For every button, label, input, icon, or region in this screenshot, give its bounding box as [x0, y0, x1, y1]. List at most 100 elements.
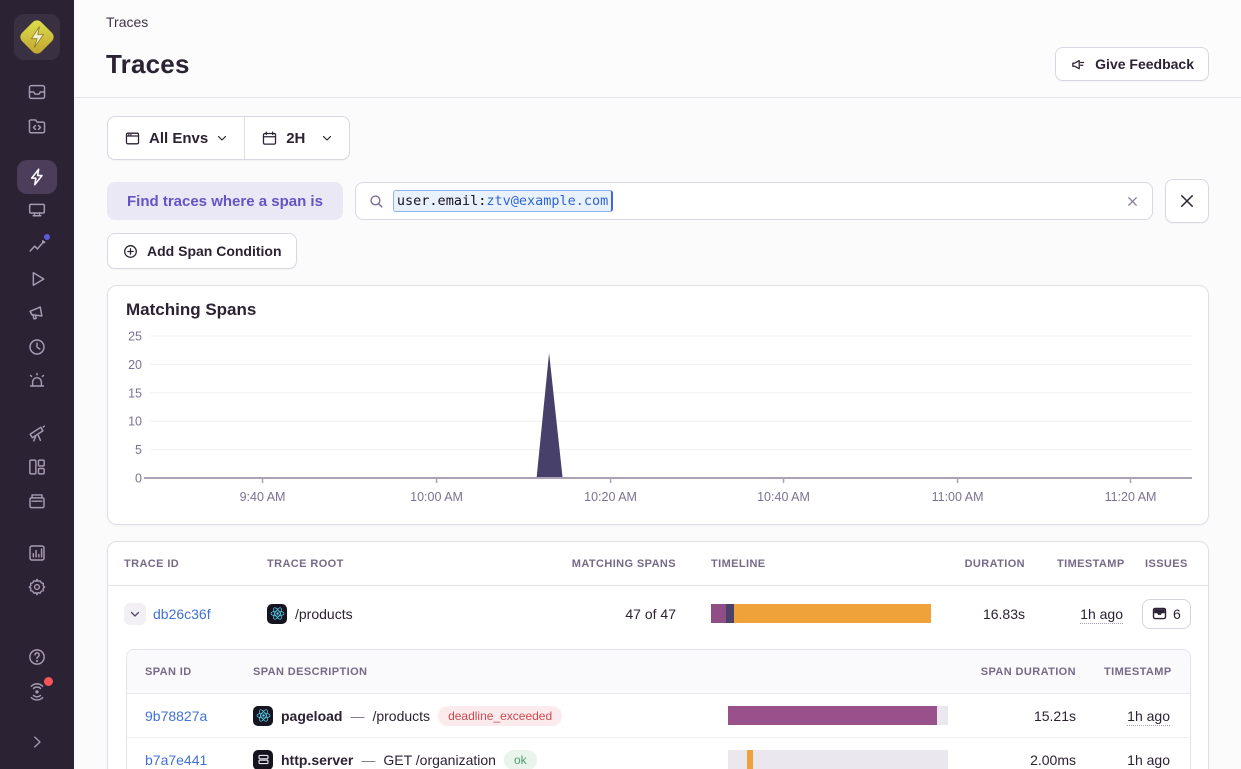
traces-table: TRACE ID TRACE ROOT MATCHING SPANS TIMEL…	[107, 541, 1209, 769]
svg-text:15: 15	[128, 386, 142, 400]
sidebar-item-alerts[interactable]	[17, 364, 57, 398]
react-platform-icon	[253, 706, 273, 726]
plus-circle-icon	[122, 243, 139, 260]
main-area: Traces Traces Give Feedback All Envs	[74, 0, 1241, 769]
calendar-icon	[261, 130, 278, 147]
sidebar-item-traces[interactable]	[17, 160, 57, 194]
chevron-down-icon	[321, 132, 333, 144]
react-platform-icon	[267, 604, 287, 624]
sidebar-nav	[17, 75, 57, 759]
column-header-trace-root: TRACE ROOT	[251, 558, 542, 570]
trace-issues-button[interactable]: 6	[1142, 599, 1191, 629]
spans-subtable: SPAN ID SPAN DESCRIPTION SPAN DURATION T…	[126, 649, 1191, 769]
search-token[interactable]: user.email:ztv@example.com	[393, 190, 613, 212]
svg-text:10: 10	[128, 415, 142, 429]
collapse-trace-icon[interactable]	[124, 603, 146, 625]
sidebar-item-feedback[interactable]	[17, 296, 57, 330]
close-icon	[1178, 192, 1196, 210]
spans-table-header: SPAN ID SPAN DESCRIPTION SPAN DURATION T…	[127, 650, 1190, 694]
sidebar-item-history[interactable]	[17, 330, 57, 364]
svg-text:10:40 AM: 10:40 AM	[757, 490, 810, 504]
sidebar-item-stats[interactable]	[17, 536, 57, 570]
time-range-label: 2H	[286, 130, 305, 147]
sidebar-item-insights[interactable]	[17, 228, 57, 262]
sidebar-item-replays[interactable]	[17, 262, 57, 296]
trace-timeline-bar	[711, 604, 931, 623]
whats-new-notification-dot	[42, 675, 55, 688]
span-timeline-bar	[728, 750, 948, 769]
add-span-condition-button[interactable]: Add Span Condition	[107, 233, 297, 269]
sidebar-item-issues[interactable]	[17, 75, 57, 109]
column-header-trace-id: TRACE ID	[108, 558, 251, 570]
sidebar-item-settings[interactable]	[17, 570, 57, 604]
trace-timestamp: 1h ago	[1080, 606, 1123, 624]
sidebar-item-dashboards[interactable]	[17, 450, 57, 484]
search-icon	[368, 193, 385, 210]
page-header: Traces Traces Give Feedback	[74, 0, 1241, 98]
sidebar-item-profiling[interactable]	[17, 194, 57, 228]
span-duration: 15.21s	[950, 708, 1088, 724]
sidebar	[0, 0, 74, 769]
svg-text:5: 5	[135, 443, 142, 457]
server-platform-icon	[253, 750, 273, 769]
svg-text:0: 0	[135, 472, 142, 486]
column-header-span-duration: SPAN DURATION	[950, 666, 1088, 678]
svg-text:9:40 AM: 9:40 AM	[240, 490, 286, 504]
svg-text:20: 20	[128, 358, 142, 372]
svg-text:11:20 AM: 11:20 AM	[1105, 490, 1157, 504]
column-header-timeline: TIMELINE	[692, 558, 942, 570]
span-description: GET /organization	[383, 752, 496, 768]
remove-condition-button[interactable]	[1165, 179, 1209, 223]
chevron-down-icon	[216, 132, 228, 144]
traces-table-header: TRACE ID TRACE ROOT MATCHING SPANS TIMEL…	[108, 542, 1208, 586]
svg-text:25: 25	[128, 330, 142, 344]
sidebar-item-help[interactable]	[17, 640, 57, 674]
svg-text:10:00 AM: 10:00 AM	[410, 490, 463, 504]
trace-row: db26c36f /products 47 of 47 16.83s 1h ag…	[108, 586, 1208, 641]
sentry-logo[interactable]	[14, 14, 60, 60]
page-title: Traces	[106, 49, 190, 80]
sidebar-item-explore[interactable]	[17, 109, 57, 143]
span-op: http.server	[281, 752, 353, 768]
trace-id-link[interactable]: db26c36f	[153, 606, 211, 622]
column-header-issues: ISSUES	[1137, 558, 1208, 570]
where-label: Find traces where a span is	[107, 182, 343, 220]
trace-duration: 16.83s	[942, 606, 1041, 622]
sidebar-item-discover[interactable]	[17, 416, 57, 450]
time-range-filter[interactable]: 2H	[245, 117, 349, 159]
column-header-span-timestamp: TIMESTAMP	[1088, 666, 1190, 678]
environment-filter[interactable]: All Envs	[108, 117, 244, 159]
span-condition-row: Find traces where a span is user.email:z…	[107, 179, 1209, 223]
span-description: /products	[372, 708, 430, 724]
give-feedback-button[interactable]: Give Feedback	[1055, 47, 1209, 81]
sidebar-collapse-button[interactable]	[17, 725, 57, 759]
column-header-duration: DURATION	[942, 558, 1041, 570]
span-timeline-bar	[728, 706, 948, 725]
matching-spans-count: 47 of 47	[542, 606, 692, 622]
trace-root-label: /products	[295, 606, 353, 622]
insights-notification-dot	[42, 232, 52, 242]
chart-title: Matching Spans	[126, 300, 1192, 320]
matching-spans-panel: Matching Spans 0 5 10 15 20 25 9:40 AM 10:00 AM…	[107, 285, 1209, 525]
span-id-link[interactable]: 9b78827a	[145, 708, 207, 724]
environment-icon	[124, 130, 141, 147]
column-header-span-description: SPAN DESCRIPTION	[253, 666, 710, 678]
sidebar-item-whats-new[interactable]	[17, 674, 57, 708]
span-status-badge: deadline_exceeded	[438, 706, 562, 726]
span-id-link[interactable]: b7a7e441	[145, 752, 207, 768]
sidebar-item-releases[interactable]	[17, 484, 57, 518]
breadcrumb[interactable]: Traces	[106, 14, 1209, 30]
column-header-matching-spans: MATCHING SPANS	[542, 558, 692, 570]
megaphone-icon	[1070, 56, 1087, 73]
column-header-span-id: SPAN ID	[127, 666, 253, 678]
issues-icon	[1152, 606, 1167, 621]
span-search-input[interactable]: user.email:ztv@example.com	[355, 182, 1153, 220]
environment-filter-label: All Envs	[149, 130, 208, 147]
clear-search-icon[interactable]	[1125, 194, 1140, 209]
content: All Envs 2H Find traces where a span is …	[74, 98, 1241, 769]
span-status-badge: ok	[504, 750, 537, 769]
matching-spans-chart: 05101520259:40 AM10:00 AM10:20 AM10:40 A…	[124, 324, 1192, 514]
span-row: 9b78827a pageload — /products deadline_e…	[127, 694, 1190, 738]
column-header-timestamp: TIMESTAMP	[1041, 558, 1137, 570]
svg-text:11:00 AM: 11:00 AM	[932, 490, 984, 504]
